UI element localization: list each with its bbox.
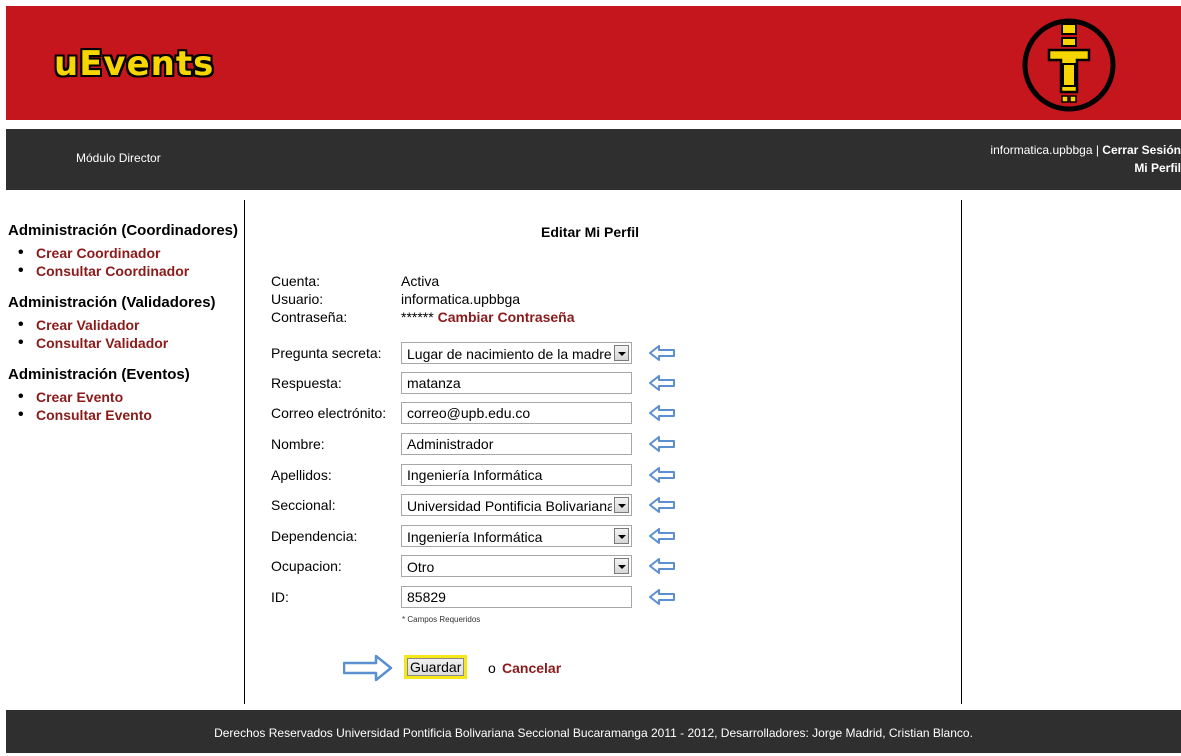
user-label: Usuario: — [271, 291, 324, 307]
lastname-label: Apellidos: — [271, 467, 332, 483]
form-actions: Guardar o Cancelar — [343, 651, 603, 685]
secret-question-value: Lugar de nacimiento de la madre — [407, 346, 612, 362]
occupation-select[interactable]: Otro — [401, 555, 632, 577]
password-value: ****** Cambiar Contraseña — [401, 309, 575, 325]
sidebar-group-title: Administración (Eventos) — [8, 366, 190, 383]
sidebar-item-create-validator[interactable]: Crear Validador — [18, 316, 243, 334]
email-input[interactable] — [401, 402, 632, 424]
app-logo[interactable]: uEvents — [54, 44, 214, 84]
occupation-value: Otro — [407, 559, 435, 575]
answer-label: Respuesta: — [271, 375, 342, 391]
arrow-left-icon — [649, 345, 675, 361]
id-input[interactable] — [401, 586, 632, 608]
change-password-link[interactable]: Cambiar Contraseña — [438, 309, 575, 325]
arrow-right-icon — [343, 655, 393, 681]
column-divider-right — [961, 200, 962, 704]
arrow-left-icon — [649, 528, 675, 544]
module-label: Módulo Director — [76, 151, 161, 165]
password-mask: ****** — [401, 309, 434, 325]
name-label: Nombre: — [271, 436, 325, 452]
arrow-left-icon — [649, 405, 675, 421]
branch-value: Universidad Pontificia Bolivariana — [407, 498, 612, 514]
university-emblem-icon — [1022, 18, 1116, 112]
profile-link[interactable]: Mi Perfil — [1134, 161, 1181, 175]
dropdown-arrow-icon[interactable] — [614, 528, 629, 544]
sidebar-group-coordinators: Administración (Coordinadores) Crear Coo… — [8, 222, 243, 280]
required-fields-note: * Campos Requeridos — [402, 615, 481, 624]
email-label: Correo electrónito: — [271, 405, 387, 421]
sidebar-item-query-event[interactable]: Consultar Evento — [18, 406, 243, 424]
arrow-left-icon — [649, 467, 675, 483]
sidebar-item-query-validator[interactable]: Consultar Validador — [18, 334, 243, 352]
dropdown-arrow-icon[interactable] — [614, 497, 629, 513]
user-separator: | — [1092, 143, 1103, 157]
sidebar-item-create-coordinator[interactable]: Crear Coordinador — [18, 244, 243, 262]
branch-select[interactable]: Universidad Pontificia Bolivariana — [401, 494, 632, 516]
user-links: informatica.upbbga | Cerrar Sesión Mi Pe… — [990, 141, 1181, 177]
dependency-label: Dependencia: — [271, 528, 358, 544]
arrow-left-icon — [649, 589, 675, 605]
footer: Derechos Reservados Universidad Pontific… — [6, 710, 1181, 753]
or-label: o — [488, 660, 496, 676]
header-banner: uEvents — [6, 6, 1181, 120]
secret-question-select[interactable]: Lugar de nacimiento de la madre — [401, 342, 632, 364]
lastname-input[interactable] — [401, 464, 632, 486]
arrow-left-icon — [649, 497, 675, 513]
dependency-select[interactable]: Ingeniería Informática — [401, 525, 632, 547]
dropdown-arrow-icon[interactable] — [614, 558, 629, 574]
account-label: Cuenta: — [271, 273, 321, 289]
sidebar-item-query-coordinator[interactable]: Consultar Coordinador — [18, 262, 243, 280]
cancel-link[interactable]: Cancelar — [502, 660, 561, 676]
sidebar-group-events: Administración (Eventos) Crear Evento Co… — [8, 366, 243, 424]
user-value: informatica.upbbga — [401, 291, 521, 307]
sidebar-group-validators: Administración (Validadores) Crear Valid… — [8, 294, 243, 352]
column-divider-left — [244, 200, 245, 704]
sidebar-group-title: Administración (Coordinadores) — [8, 222, 239, 239]
page-title: Editar Mi Perfil — [541, 224, 640, 240]
branch-label: Seccional: — [271, 497, 336, 513]
account-value: Activa — [401, 273, 440, 289]
username-label: informatica.upbbga — [990, 143, 1093, 157]
save-button[interactable]: Guardar — [404, 655, 468, 679]
question-label: Pregunta secreta: — [271, 345, 382, 361]
name-input[interactable] — [401, 433, 632, 455]
occupation-label: Ocupacion: — [271, 558, 342, 574]
sidebar-item-create-event[interactable]: Crear Evento — [18, 388, 243, 406]
arrow-left-icon — [649, 558, 675, 574]
dependency-value: Ingeniería Informática — [407, 529, 543, 545]
answer-input[interactable] — [401, 372, 632, 394]
arrow-left-icon — [649, 436, 675, 452]
id-label: ID: — [271, 589, 289, 605]
logout-link[interactable]: Cerrar Sesión — [1102, 143, 1181, 157]
footer-text: Derechos Reservados Universidad Pontific… — [214, 726, 973, 740]
dropdown-arrow-icon[interactable] — [614, 345, 629, 361]
sidebar: Administración (Coordinadores) Crear Coo… — [8, 222, 243, 438]
top-navbar: Módulo Director informatica.upbbga | Cer… — [6, 129, 1181, 190]
sidebar-group-title: Administración (Validadores) — [8, 294, 216, 311]
arrow-left-icon — [649, 375, 675, 391]
password-label: Contraseña: — [271, 309, 348, 325]
